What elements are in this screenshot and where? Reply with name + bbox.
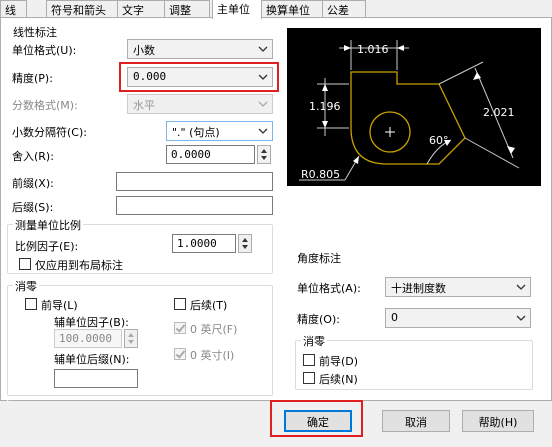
precision-label: 精度(P): (12, 72, 53, 85)
precision-highlight-box (119, 62, 279, 92)
round-off-spinner[interactable] (257, 145, 271, 164)
zero-feet-checkbox[interactable] (174, 322, 186, 334)
subunit-factor-input[interactable]: 100.0000 (54, 329, 122, 348)
tab-text[interactable]: 文字 (117, 0, 165, 18)
dim-top-text: 1.016 (357, 43, 389, 56)
tab-panel: 线性标注 单位格式(U): 小数 精度(P): 0.000 分数格式(M): 水… (0, 17, 552, 402)
spin-down-icon (128, 340, 134, 344)
angular-unit-format-value: 十进制度数 (391, 282, 446, 295)
chevron-down-icon (516, 284, 526, 290)
angular-leading-label: 前导(D) (319, 355, 359, 368)
tab-label: 文字 (122, 4, 144, 17)
trailing-zero-label: 后续(T) (190, 299, 228, 312)
tab-label: 换算单位 (266, 4, 310, 17)
linear-group-title: 线性标注 (11, 24, 59, 40)
tab-label: 调整 (169, 4, 191, 17)
decimal-separator-value: "." (句点) (172, 126, 220, 139)
leading-zero-label: 前导(L) (41, 299, 78, 312)
zero-inches-label: 0 英寸(I) (190, 349, 235, 362)
layout-only-label: 仅应用到布局标注 (35, 259, 123, 272)
fraction-format-dropdown[interactable]: 水平 (127, 94, 273, 114)
spin-up-icon (261, 149, 267, 153)
tab-label: 主单位 (217, 3, 250, 16)
help-button[interactable]: 帮助(H) (462, 410, 534, 432)
ok-highlight-box (270, 400, 363, 437)
arrowhead (322, 84, 328, 91)
decimal-separator-label: 小数分隔符(C): (12, 126, 87, 139)
round-off-input[interactable]: 0.0000 (166, 145, 255, 164)
suffix-input[interactable] (116, 196, 273, 215)
spin-up-icon (242, 238, 248, 242)
trailing-zero-checkbox[interactable] (174, 298, 186, 310)
dim-angle-text: 60° (429, 134, 449, 147)
subunit-factor-spinner[interactable] (124, 329, 138, 348)
arrowhead (397, 45, 404, 51)
cancel-button[interactable]: 取消 (382, 410, 450, 432)
arrowhead (344, 45, 351, 51)
unit-format-value: 小数 (133, 44, 155, 57)
decimal-separator-dropdown[interactable]: "." (句点) (166, 121, 273, 141)
tab-fit[interactable]: 调整 (164, 0, 210, 18)
subunit-suffix-input[interactable] (54, 369, 138, 388)
fraction-format-label: 分数格式(M): (12, 99, 78, 112)
tab-label: 公差 (327, 4, 349, 17)
angular-leading-checkbox[interactable] (303, 354, 315, 366)
unit-format-label: 单位格式(U): (12, 44, 77, 57)
tab-label: 线 (5, 4, 16, 17)
chevron-down-icon (258, 101, 268, 107)
angular-trailing-checkbox[interactable] (303, 372, 315, 384)
zero-feet-label: 0 英尺(F) (190, 323, 238, 336)
angular-group-title: 角度标注 (295, 250, 343, 266)
scale-factor-spinner[interactable] (238, 234, 252, 253)
chevron-down-icon (516, 315, 526, 321)
unit-format-dropdown[interactable]: 小数 (127, 39, 273, 59)
tab-strip: 线 符号和箭头 文字 调整 主单位 换算单位 公差 (0, 0, 552, 19)
angular-trailing-label: 后续(N) (319, 373, 358, 386)
zero-inches-checkbox[interactable] (174, 348, 186, 360)
scale-group-title: 测量单位比例 (13, 217, 83, 233)
tab-tolerances[interactable]: 公差 (322, 0, 366, 18)
zero-suppression-title: 消零 (13, 278, 39, 294)
preview-drawing: 1.016 1.196 2.021 60° R0.805 (299, 40, 520, 181)
tab-lines[interactable]: 线 (0, 0, 27, 18)
layout-only-checkbox[interactable] (19, 258, 31, 270)
subunit-factor-label: 辅单位因子(B): (54, 316, 129, 329)
spin-down-icon (261, 156, 267, 160)
tab-primary-units[interactable]: 主单位 (212, 0, 262, 19)
scale-factor-input[interactable]: 1.0000 (172, 234, 236, 253)
spin-up-icon (128, 333, 134, 337)
angular-precision-value: 0 (391, 311, 398, 324)
part-outline (350, 71, 466, 165)
spin-down-icon (242, 245, 248, 249)
suffix-label: 后缀(S): (12, 201, 54, 214)
tab-label: 符号和箭头 (51, 4, 106, 17)
extension-line (438, 61, 484, 85)
chevron-down-icon (258, 46, 268, 52)
prefix-input[interactable] (116, 172, 273, 191)
dim-left-text: 1.196 (309, 100, 341, 113)
fraction-format-value: 水平 (133, 99, 155, 112)
scale-factor-label: 比例因子(E): (15, 240, 79, 253)
dim-right-text: 2.021 (483, 106, 515, 119)
angular-unit-format-dropdown[interactable]: 十进制度数 (385, 277, 531, 297)
dim-radius-text: R0.805 (301, 168, 340, 181)
angular-unit-format-label: 单位格式(A): (297, 282, 361, 295)
subunit-suffix-label: 辅单位后缀(N): (54, 353, 130, 366)
angular-zero-title: 消零 (301, 333, 327, 349)
arrowhead (353, 156, 359, 164)
tab-symbols-arrows[interactable]: 符号和箭头 (46, 0, 118, 18)
arrowhead (322, 121, 328, 128)
prefix-label: 前缀(X): (12, 177, 54, 190)
tab-alternate-units[interactable]: 换算单位 (261, 0, 323, 18)
round-off-label: 舍入(R): (12, 150, 54, 163)
arrowhead (507, 146, 515, 154)
angular-precision-label: 精度(O): (297, 313, 340, 326)
dimension-preview: 1.016 1.196 2.021 60° R0.805 (287, 28, 541, 186)
chevron-down-icon (258, 128, 268, 134)
angular-precision-dropdown[interactable]: 0 (385, 308, 531, 328)
leading-zero-checkbox[interactable] (25, 298, 37, 310)
